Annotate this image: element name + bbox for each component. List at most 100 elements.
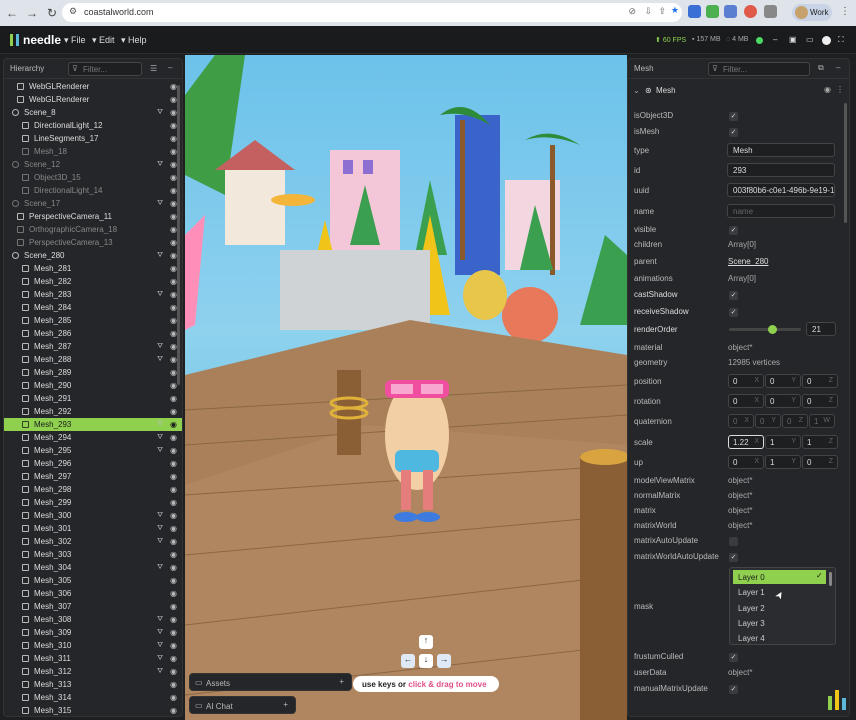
visibility-eye-icon[interactable]: ◉ xyxy=(170,472,177,481)
layout-icon[interactable]: ▭ xyxy=(806,35,814,44)
up-x-input[interactable]: 0X xyxy=(728,455,764,469)
extensions-puzzle-icon[interactable] xyxy=(764,5,777,18)
visibility-eye-icon[interactable]: ◉ xyxy=(170,368,177,377)
visibility-eye-icon[interactable]: ◉ xyxy=(170,498,177,507)
visibility-eye-icon[interactable]: ◉ xyxy=(170,303,177,312)
hierarchy-item[interactable]: Mesh_291 ◉ xyxy=(4,392,182,405)
trigger-icon[interactable]: ⛛ xyxy=(157,642,163,650)
hierarchy-item[interactable]: Mesh_288 ⛛ ◉ xyxy=(4,353,182,366)
mesh-section-header[interactable]: ⌄ ⊛ Mesh ◉ ⋮ xyxy=(628,82,849,99)
hierarchy-item[interactable]: Mesh_293 ⛛ ◉ xyxy=(4,418,182,431)
hierarchy-item[interactable]: Mesh_297 ◉ xyxy=(4,470,182,483)
assets-panel-tab[interactable]: ▭ Assets + xyxy=(189,673,352,691)
hierarchy-item[interactable]: Mesh_304 ⛛ ◉ xyxy=(4,561,182,574)
arrow-left-key[interactable]: ← xyxy=(401,654,415,668)
trigger-icon[interactable]: ⛛ xyxy=(157,434,163,442)
hierarchy-item[interactable]: Mesh_309 ⛛ ◉ xyxy=(4,626,182,639)
hierarchy-item[interactable]: Mesh_301 ⛛ ◉ xyxy=(4,522,182,535)
uuid-input[interactable]: 003f80b6-c0e1-496b-9e19-1f xyxy=(727,183,835,197)
visibility-eye-icon[interactable]: ◉ xyxy=(170,563,177,572)
dropdown-scrollbar[interactable] xyxy=(829,572,832,586)
renderorder-slider-thumb[interactable] xyxy=(768,325,777,334)
visibility-eye-icon[interactable]: ◉ xyxy=(170,199,177,208)
visibility-eye-icon[interactable]: ◉ xyxy=(170,420,177,429)
menu-edit[interactable]: ▾ Edit xyxy=(92,35,115,46)
hierarchy-item[interactable]: Mesh_308 ⛛ ◉ xyxy=(4,613,182,626)
visibility-eye-icon[interactable]: ◉ xyxy=(170,524,177,533)
layer-option[interactable]: Layer 0 xyxy=(733,570,826,584)
position-y-input[interactable]: 0Y xyxy=(765,374,801,388)
back-icon[interactable]: ← xyxy=(4,6,20,20)
visibility-eye-icon[interactable]: ◉ xyxy=(170,394,177,403)
ai-chat-panel-tab[interactable]: ▭ AI Chat + xyxy=(189,696,296,714)
hierarchy-item[interactable]: Mesh_284 ◉ xyxy=(4,301,182,314)
visibility-eye-icon[interactable]: ◉ xyxy=(170,654,177,663)
hierarchy-item[interactable]: Scene_12 ⛛ ◉ xyxy=(4,158,182,171)
hierarchy-item[interactable]: Mesh_283 ⛛ ◉ xyxy=(4,288,182,301)
id-input[interactable]: 293 xyxy=(727,163,835,177)
hierarchy-item[interactable]: Mesh_315 ◉ xyxy=(4,704,182,716)
visibility-eye-icon[interactable]: ◉ xyxy=(170,329,177,338)
visibility-eye-icon[interactable]: ◉ xyxy=(170,537,177,546)
hierarchy-item[interactable]: Mesh_286 ◉ xyxy=(4,327,182,340)
checkbox-checked[interactable]: ✓ xyxy=(729,291,738,300)
site-info-icon[interactable]: ⚙ xyxy=(69,6,77,17)
visibility-eye-icon[interactable]: ◉ xyxy=(170,589,177,598)
visibility-eye-icon[interactable]: ◉ xyxy=(170,576,177,585)
type-input[interactable]: Mesh xyxy=(727,143,835,157)
scale-z-input[interactable]: 1Z xyxy=(802,435,838,449)
quaternion-z-input[interactable]: 0Z xyxy=(782,414,808,428)
trigger-icon[interactable]: ⛛ xyxy=(157,252,163,260)
fullscreen-icon[interactable]: ⛶ xyxy=(838,35,844,45)
add-icon[interactable]: + xyxy=(339,677,344,686)
hierarchy-item[interactable]: Mesh_289 ◉ xyxy=(4,366,182,379)
address-bar[interactable]: ⚙ coastalworld.com ⊘ ⇩ ⇪ ★ xyxy=(62,3,682,22)
visibility-eye-icon[interactable]: ◉ xyxy=(170,615,177,624)
hierarchy-item[interactable]: LineSegments_17 ◉ xyxy=(4,132,182,145)
hierarchy-item[interactable]: Mesh_282 ◉ xyxy=(4,275,182,288)
rotation-y-input[interactable]: 0Y xyxy=(765,394,801,408)
visibility-eye-icon[interactable]: ◉ xyxy=(170,147,177,156)
trigger-icon[interactable]: ⛛ xyxy=(157,616,163,624)
inspector-scrollbar[interactable] xyxy=(844,103,847,223)
hierarchy-item[interactable]: DirectionalLight_12 ◉ xyxy=(4,119,182,132)
hierarchy-item[interactable]: Mesh_306 ◉ xyxy=(4,587,182,600)
bookmark-star-icon[interactable]: ★ xyxy=(671,5,679,16)
minus-icon[interactable]: – xyxy=(773,35,777,44)
menu-help[interactable]: ▾ Help xyxy=(121,35,147,46)
hierarchy-item[interactable]: Mesh_281 ◉ xyxy=(4,262,182,275)
visibility-eye-icon[interactable]: ◉ xyxy=(170,134,177,143)
browser-menu-icon[interactable]: ⋮ xyxy=(840,6,850,17)
rotation-x-input[interactable]: 0X xyxy=(728,394,764,408)
hierarchy-item[interactable]: Mesh_295 ⛛ ◉ xyxy=(4,444,182,457)
visibility-eye-icon[interactable]: ◉ xyxy=(170,485,177,494)
visibility-eye-icon[interactable]: ◉ xyxy=(170,108,177,117)
parent-link[interactable]: Scene_280 xyxy=(728,257,768,266)
hierarchy-scrollbar[interactable] xyxy=(177,85,180,385)
visibility-eye-icon[interactable]: ◉ xyxy=(170,667,177,676)
visibility-eye-icon[interactable]: ◉ xyxy=(170,433,177,442)
inspector-filter-input[interactable]: ⊽ Filter... xyxy=(708,62,810,76)
visibility-eye-icon[interactable]: ◉ xyxy=(170,238,177,247)
extension-icon-3[interactable] xyxy=(724,5,737,18)
visibility-eye-icon[interactable]: ◉ xyxy=(170,173,177,182)
visibility-eye-icon[interactable]: ◉ xyxy=(170,602,177,611)
menu-file[interactable]: ▾ File xyxy=(64,35,86,46)
visibility-eye-icon[interactable]: ◉ xyxy=(170,511,177,520)
trigger-icon[interactable]: ⛛ xyxy=(157,564,163,572)
hierarchy-item[interactable]: Mesh_302 ⛛ ◉ xyxy=(4,535,182,548)
trigger-icon[interactable]: ⛛ xyxy=(157,525,163,533)
collapse-icon[interactable]: – xyxy=(168,63,172,72)
visibility-eye-icon[interactable]: ◉ xyxy=(170,212,177,221)
visibility-eye-icon[interactable]: ◉ xyxy=(170,160,177,169)
checkbox-checked[interactable]: ✓ xyxy=(729,128,738,137)
hierarchy-item[interactable]: Mesh_312 ⛛ ◉ xyxy=(4,665,182,678)
hierarchy-item[interactable]: Mesh_299 ◉ xyxy=(4,496,182,509)
hierarchy-item[interactable]: OrthographicCamera_18 ◉ xyxy=(4,223,182,236)
hierarchy-item[interactable]: Mesh_311 ⛛ ◉ xyxy=(4,652,182,665)
visibility-eye-icon[interactable]: ◉ xyxy=(170,407,177,416)
trigger-icon[interactable]: ⛛ xyxy=(157,668,163,676)
hierarchy-filter-input[interactable]: ⊽ Filter... xyxy=(68,62,142,76)
quaternion-y-input[interactable]: 0Y xyxy=(755,414,781,428)
hierarchy-item[interactable]: Mesh_290 ◉ xyxy=(4,379,182,392)
